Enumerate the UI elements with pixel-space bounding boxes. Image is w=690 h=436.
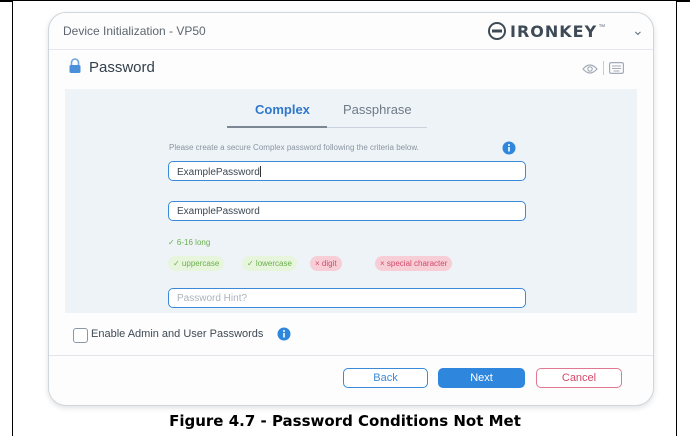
tab-complex[interactable]: Complex [255, 102, 310, 117]
criterion-special-character: × special character [375, 256, 453, 271]
brand-trademark: ™ [598, 23, 606, 31]
footer-divider [49, 355, 653, 356]
chevron-down-icon[interactable]: ⌄ [632, 22, 644, 39]
figure-caption: Figure 4.7 - Password Conditions Not Met [169, 412, 521, 430]
document-corner-right [677, 0, 690, 2]
keyboard-icon[interactable] [609, 62, 624, 74]
document-top-border [0, 0, 690, 1]
section-title: Password [89, 59, 155, 76]
criterion-digit: × digit [310, 256, 342, 271]
title-bar: Device Initialization - VP50 IRONKEY ™ ⌄ [49, 13, 653, 50]
next-button[interactable]: Next [438, 368, 525, 388]
document-corner-left [0, 0, 12, 2]
active-tab-indicator [227, 126, 327, 128]
brand-logo: IRONKEY ™ [487, 19, 605, 43]
admin-user-passwords-checkbox[interactable] [73, 328, 88, 343]
window-title: Device Initialization - VP50 [63, 24, 206, 38]
admin-user-passwords-label[interactable]: Enable Admin and User Passwords [91, 328, 263, 340]
info-icon[interactable] [502, 141, 516, 155]
lock-icon [69, 58, 81, 73]
brand-name: IRONKEY [510, 21, 598, 41]
eye-icon[interactable] [582, 63, 598, 75]
document-right-border [676, 0, 677, 436]
password-hint-input[interactable]: Password Hint? [168, 288, 526, 308]
ironkey-logo-icon [488, 22, 506, 40]
cancel-button[interactable]: Cancel [536, 368, 622, 388]
tab-passphrase[interactable]: Passphrase [343, 102, 412, 117]
password-instructions: Please create a secure Complex password … [169, 143, 419, 152]
criterion-length: ✓ 6-16 long [168, 238, 211, 247]
password-input[interactable]: ExamplePassword [168, 161, 526, 181]
password-hint-placeholder: Password Hint? [177, 293, 248, 304]
confirm-password-value: ExamplePassword [177, 206, 260, 217]
criterion-lowercase: ✓ lowercase [242, 256, 297, 271]
password-input-value: ExamplePassword [177, 167, 260, 178]
icon-divider [603, 61, 604, 75]
criterion-uppercase: ✓ uppercase [168, 256, 225, 271]
app-window: Device Initialization - VP50 IRONKEY ™ ⌄… [48, 12, 654, 406]
back-button[interactable]: Back [343, 368, 428, 388]
password-panel: Complex Passphrase Please create a secur… [65, 89, 637, 313]
text-caret [259, 166, 261, 177]
document-left-border [12, 0, 13, 436]
section-header: Password [49, 50, 653, 86]
confirm-password-input[interactable]: ExamplePassword [168, 201, 526, 221]
admin-info-icon[interactable] [277, 327, 291, 341]
